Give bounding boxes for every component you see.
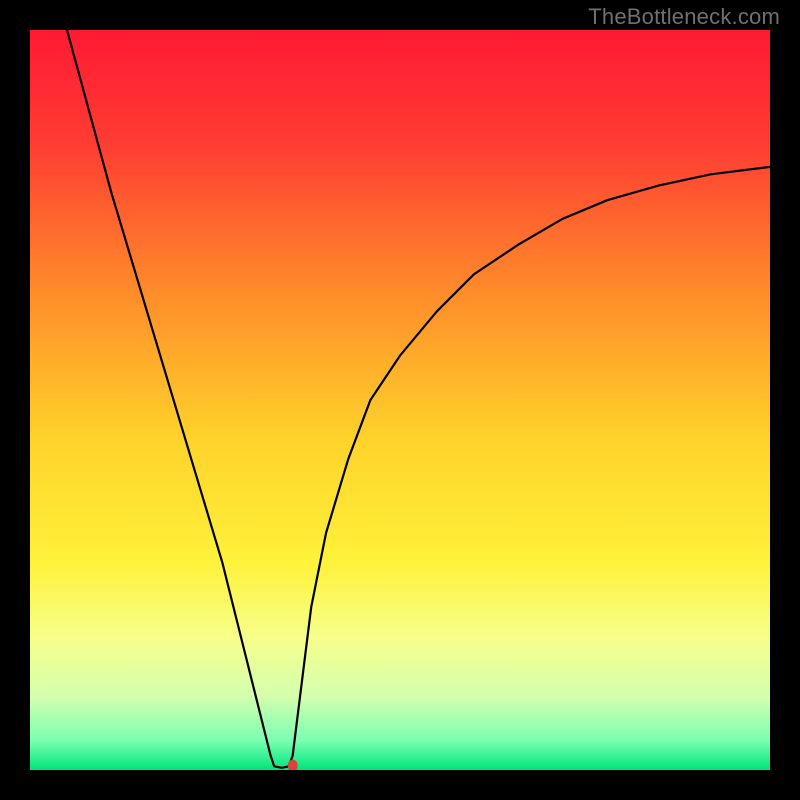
chart-svg [30,30,770,770]
chart-frame: TheBottleneck.com [0,0,800,800]
plot-area [30,30,770,770]
watermark-text: TheBottleneck.com [588,4,780,30]
gradient-background [30,30,770,770]
